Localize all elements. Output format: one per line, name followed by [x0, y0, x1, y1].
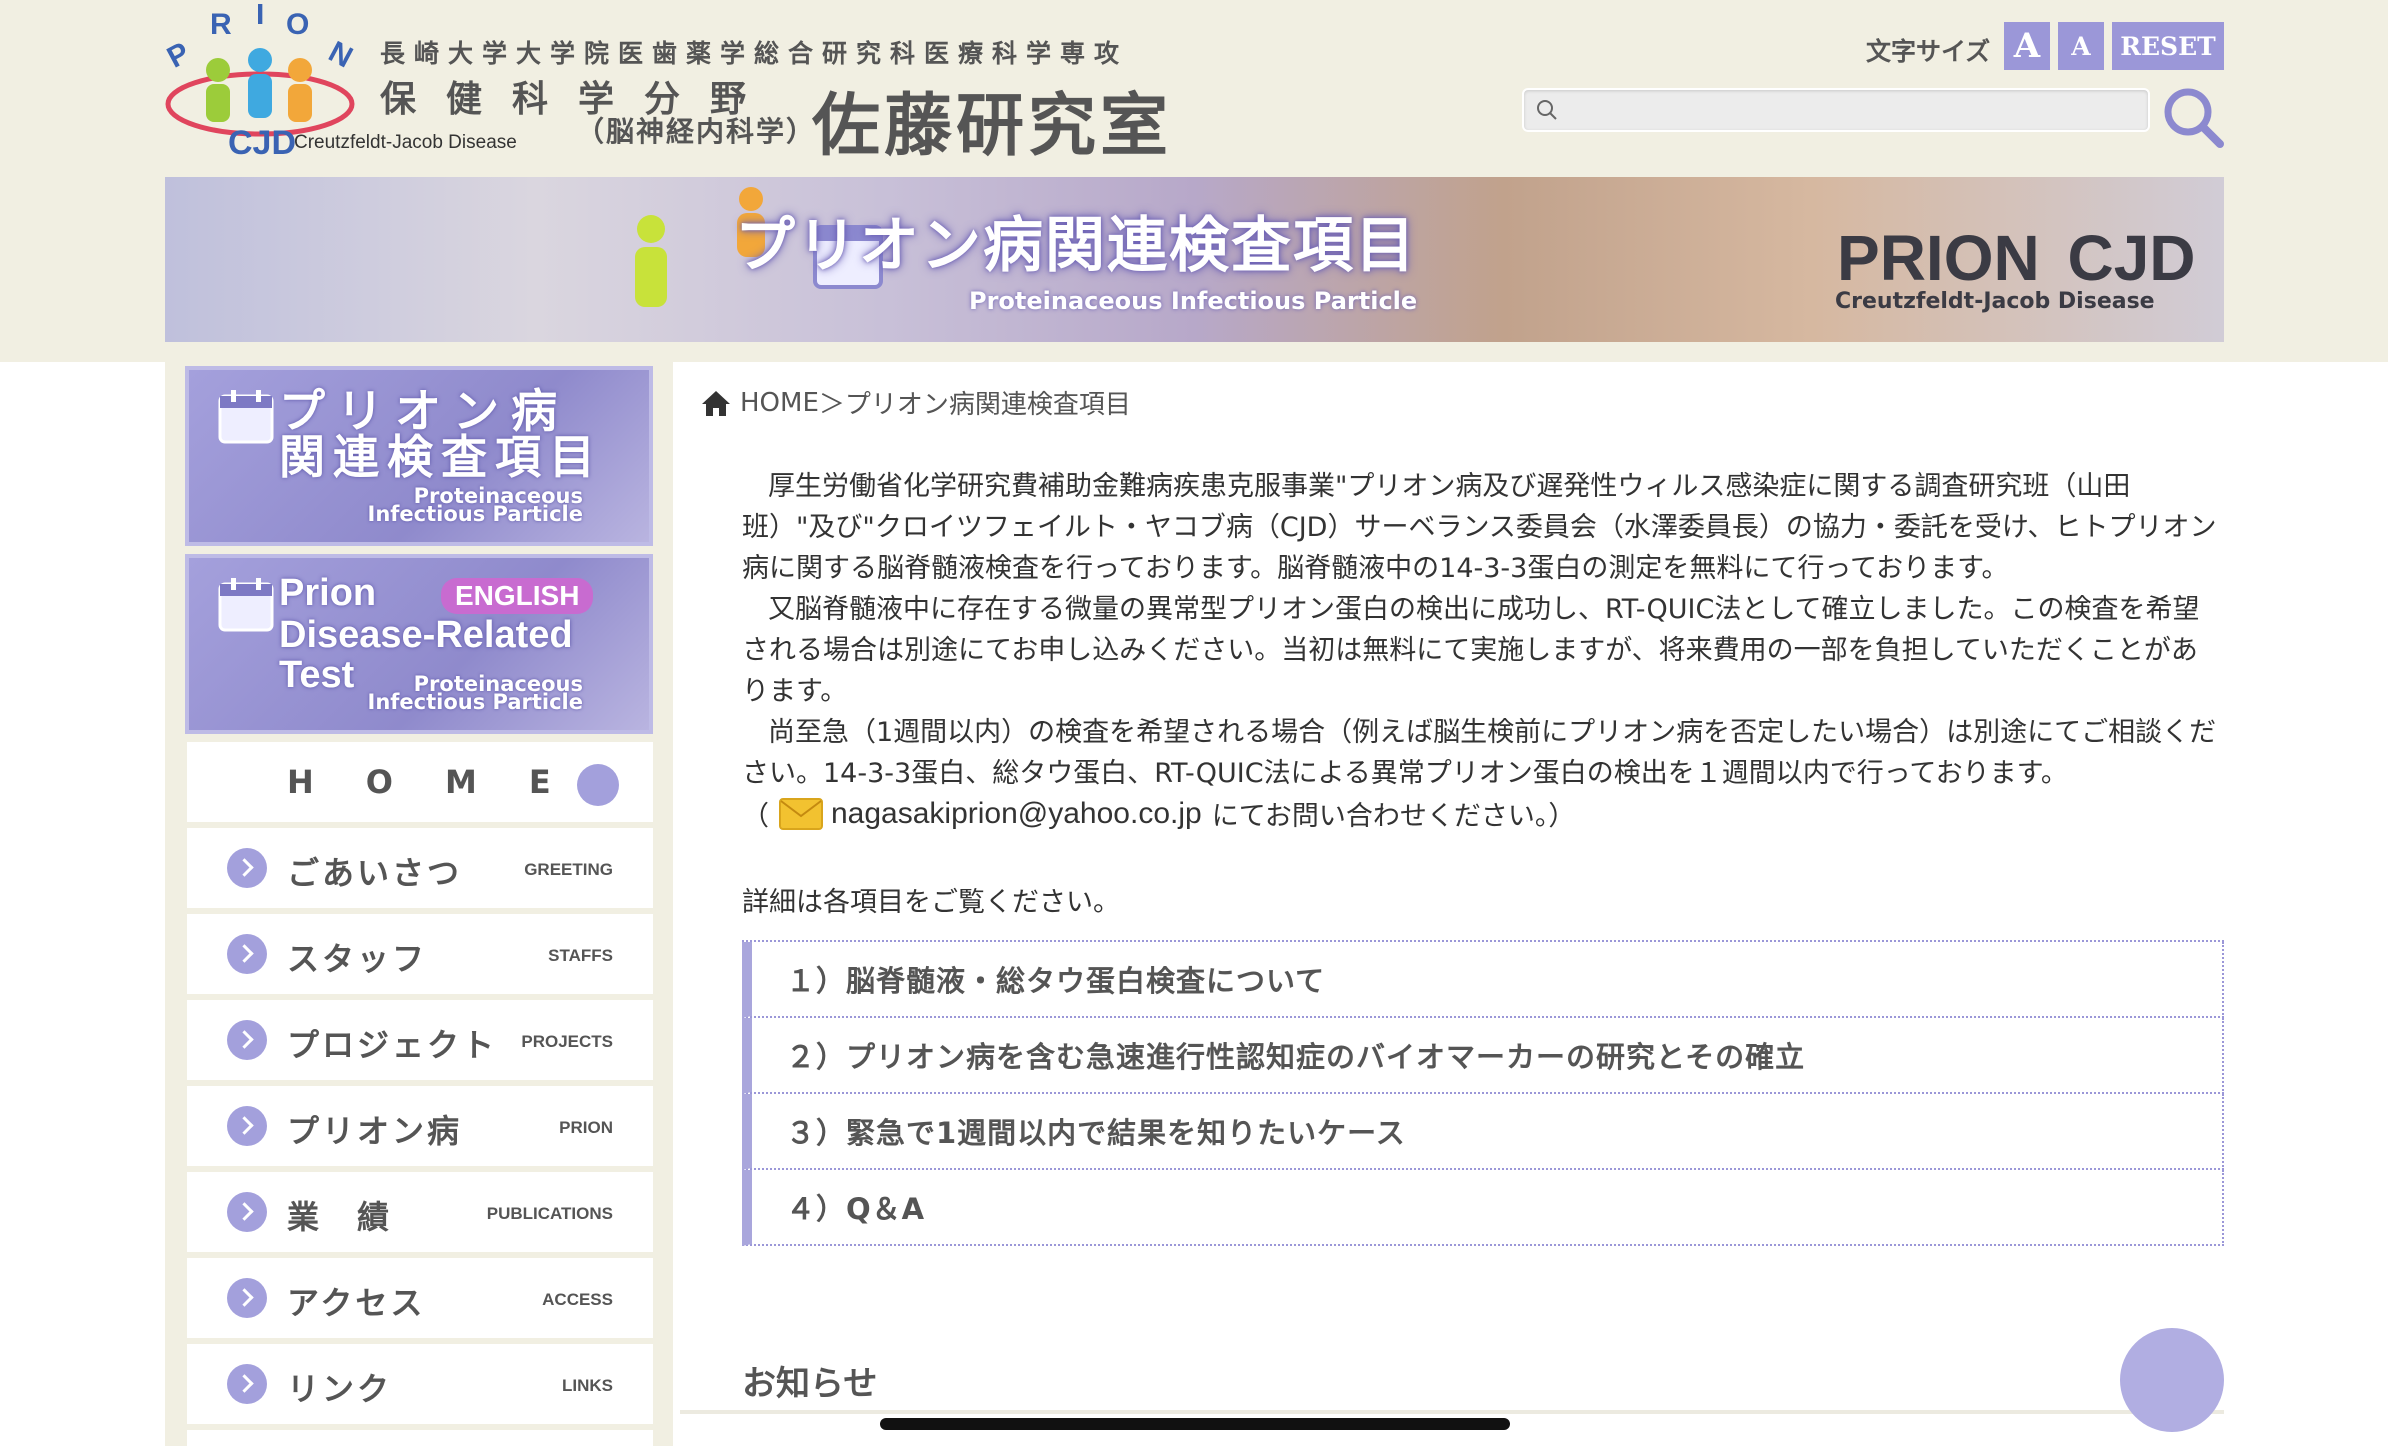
sidebar-item-greeting[interactable]: ごあいさつ GREETING — [187, 828, 653, 908]
mail-icon — [779, 797, 823, 830]
sidebar-item-staffs[interactable]: スタッフ STAFFS — [187, 914, 653, 994]
site-header: P R I O N CJD Creutzfeldt-Jacob Disease … — [0, 0, 2388, 362]
sidebar-item-label: リンク — [287, 1370, 393, 1408]
banner-brand-cjd: CJD — [2067, 222, 2196, 294]
home-indicator — [880, 1418, 1510, 1430]
news-divider — [680, 1410, 2224, 1414]
intro-paragraph-2: 又脳脊髄液中に存在する微量の異常型プリオン蛋白の検出に成功し、RT-QUIC法と… — [742, 594, 2200, 707]
page-banner: プリオン病関連検査項目 Proteinaceous Infectious Par… — [165, 177, 2224, 342]
chevron-right-icon — [227, 934, 267, 974]
font-reset-button[interactable]: RESET — [2112, 22, 2224, 70]
contact-close: にてお問い合わせください。） — [1211, 801, 1576, 832]
sidebar-item-sublabel: PROJECTS — [521, 1032, 613, 1051]
sidebar-banner-tests-en[interactable]: Prion ENGLISH Disease-Related Test Prote… — [185, 554, 653, 734]
chevron-right-icon — [227, 1192, 267, 1232]
sidebar-item-home[interactable]: HOME — [187, 742, 653, 822]
sidebar-item-label: ごあいさつ — [287, 854, 463, 892]
sidebar-banner-title1: プリオン病 — [279, 384, 569, 438]
breadcrumb: HOME ＞ プリオン病関連検査項目 — [700, 384, 1131, 421]
sidebar-banner-en2: Infectious Particle — [367, 502, 584, 526]
sidebar-banner2-line2: Disease-Related — [279, 614, 573, 656]
search-mini-icon — [1537, 100, 1557, 120]
font-small-button[interactable]: A — [2058, 22, 2104, 70]
home-icon — [702, 390, 730, 416]
intro-paragraph-1: 厚生労働省化学研究費補助金難病疾患克服事業"プリオン病及び遅発性ウィルス感染症に… — [742, 471, 2217, 584]
email-link[interactable]: nagasakiprion@yahoo.co.jp — [831, 797, 1202, 831]
test-item-link[interactable]: ２）プリオン病を含む急速進行性認知症のバイオマーカーの研究とその確立 — [742, 1018, 2224, 1094]
lab-specialty: （脳神経内科学） — [576, 115, 817, 148]
sidebar-item-label: プリオン病 — [287, 1112, 463, 1150]
sidebar-item-label: アクセス — [287, 1284, 426, 1322]
test-item-link[interactable]: １）脳脊髄液・総タウ蛋白検査について — [742, 942, 2224, 1018]
chevron-right-icon — [227, 1364, 267, 1404]
news-title: お知らせ — [742, 1364, 878, 1404]
font-large-button[interactable]: A — [2004, 22, 2050, 70]
banner-brand-prion: PRION — [1837, 222, 2040, 294]
chevron-right-icon — [227, 1020, 267, 1060]
sidebar-item-label: 業 績 — [287, 1198, 393, 1236]
test-item-link[interactable]: ３）緊急で1週間以内で結果を知りたいケース — [742, 1094, 2224, 1170]
contact-line: （ nagasakiprion@yahoo.co.jp にてお問い合わせください… — [742, 794, 1575, 833]
banner-brand-sub: Creutzfeldt-Jacob Disease — [1835, 289, 2155, 314]
banner-brand: PRION CJD — [1837, 221, 2196, 295]
sidebar-item-sublabel: STAFFS — [548, 946, 613, 965]
breadcrumb-current: プリオン病関連検査項目 — [844, 390, 1131, 420]
test-items-list: １）脳脊髄液・総タウ蛋白検査について ２）プリオン病を含む急速進行性認知症のバイ… — [742, 940, 2224, 1246]
sidebar-banner-tests-jp[interactable]: プリオン病 関連検査項目 Proteinaceous Infectious Pa… — [185, 366, 653, 546]
logo-text-p: P — [162, 36, 195, 75]
sidebar-item-sublabel: PUBLICATIONS — [486, 1204, 613, 1223]
sidebar-item-access[interactable]: アクセス ACCESS — [187, 1258, 653, 1338]
logo-text-cjd: CJD — [228, 124, 296, 160]
sidebar-item-label: プロジェクト — [287, 1026, 498, 1064]
sidebar-home-label: HOME — [287, 763, 603, 801]
contact-open: （ — [742, 801, 769, 832]
font-size-label: 文字サイズ — [1866, 37, 1991, 66]
intro-text: 厚生労働省化学研究費補助金難病疾患克服事業"プリオン病及び遅発性ウィルス感染症に… — [742, 466, 2222, 794]
sidebar-item-sublabel: GREETING — [524, 860, 613, 879]
logo-text-r: R — [210, 8, 232, 41]
search-box — [1522, 88, 2150, 132]
chevron-right-icon — [227, 1278, 267, 1318]
sidebar-item-sublabel: LINKS — [562, 1376, 613, 1395]
sidebar-banner2-line3: Test — [279, 654, 355, 696]
circle-dot-icon — [577, 764, 619, 806]
search-icon[interactable] — [2160, 84, 2226, 148]
banner-subtitle: Proteinaceous Infectious Particle — [969, 287, 1418, 315]
lab-name[interactable]: 佐藤研究室 — [812, 70, 1172, 169]
sidebar-banner2-en2: Infectious Particle — [367, 690, 584, 714]
english-badge: ENGLISH — [441, 578, 594, 614]
sidebar-item-projects[interactable]: プロジェクト PROJECTS — [187, 1000, 653, 1080]
sidebar-item-partial — [187, 1430, 653, 1446]
banner-title: プリオン病関連検査項目 — [735, 211, 1417, 281]
chevron-right-icon — [227, 848, 267, 888]
chevron-right-icon — [227, 1106, 267, 1146]
sidebar-item-label: スタッフ — [287, 940, 428, 978]
logo-text-i: I — [256, 4, 264, 31]
search-input[interactable] — [1568, 94, 2138, 126]
logo-text-n: N — [323, 35, 358, 74]
calendar-icon — [218, 390, 274, 444]
sidebar-item-sublabel: ACCESS — [542, 1290, 613, 1309]
scroll-top-button[interactable] — [2120, 1328, 2224, 1432]
logo-subtitle: Creutzfeldt-Jacob Disease — [294, 132, 517, 153]
logo-text-o: O — [286, 8, 309, 41]
sidebar-banner-title2: 関連検査項目 — [279, 430, 603, 484]
calendar-icon — [218, 578, 274, 632]
sidebar-item-links[interactable]: リンク LINKS — [187, 1344, 653, 1424]
test-item-link[interactable]: ４）Q＆A — [742, 1170, 2224, 1246]
sidebar-item-sublabel: PRION — [559, 1118, 613, 1137]
sidebar-item-prion[interactable]: プリオン病 PRION — [187, 1086, 653, 1166]
lab-affiliation: 長崎大学大学院医歯薬学総合研究科医療科学専攻 — [380, 39, 1129, 68]
breadcrumb-home-link[interactable]: HOME — [740, 388, 819, 418]
intro-paragraph-3: 尚至急（1週間以内）の検査を希望される場合（例えば脳生検前にプリオン病を否定した… — [742, 717, 2217, 789]
detail-note: 詳細は各項目をご覧ください。 — [742, 887, 1120, 918]
breadcrumb-separator: ＞ — [818, 390, 845, 420]
sidebar: プリオン病 関連検査項目 Proteinaceous Infectious Pa… — [165, 362, 673, 1446]
sidebar-banner2-line1: Prion — [279, 572, 377, 614]
sidebar-item-publications[interactable]: 業 績 PUBLICATIONS — [187, 1172, 653, 1252]
